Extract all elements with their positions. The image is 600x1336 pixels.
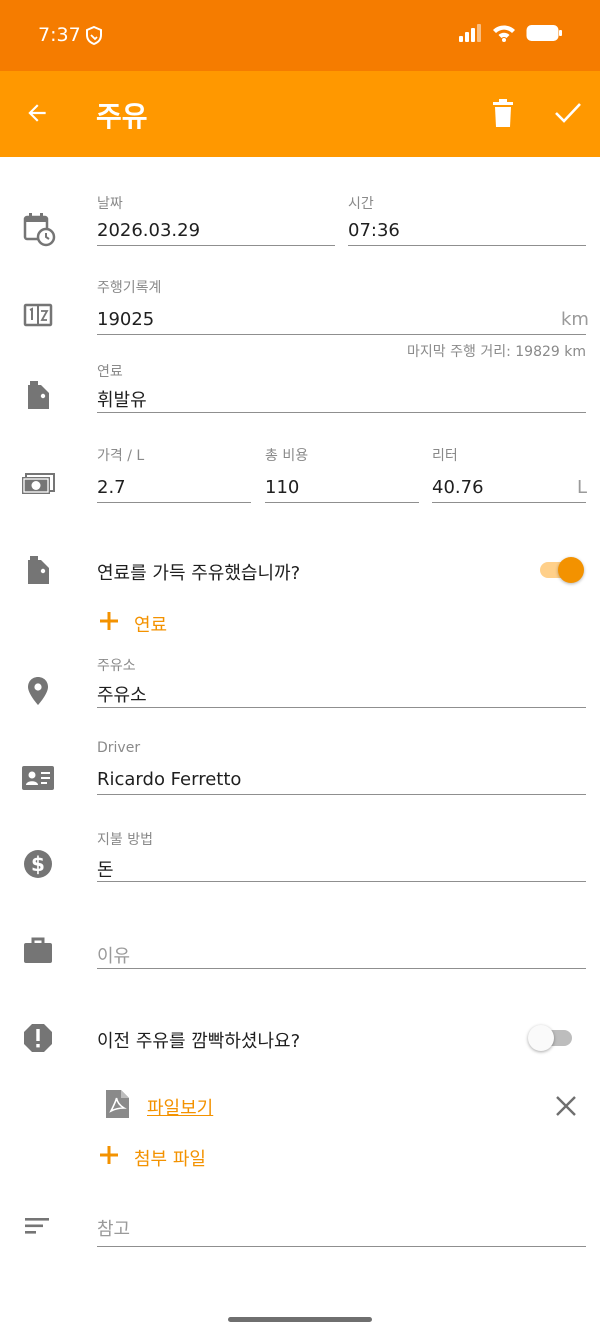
signal-icon [458, 24, 482, 46]
odometer-field[interactable]: 19025 [97, 309, 154, 330]
fuel-underline [97, 412, 586, 413]
liters-label: 리터 [432, 448, 458, 464]
time-field[interactable]: 07:36 [348, 220, 400, 241]
money-icon [20, 467, 56, 503]
missed-fillup-question: 이전 주유를 깜빡하셨나요? [97, 1031, 301, 1052]
last-distance-hint: 마지막 주행 거리: 19829 km [407, 344, 586, 360]
notes-underline [97, 1246, 586, 1247]
fuel-label: 연료 [97, 364, 123, 380]
station-underline [97, 707, 586, 708]
home-indicator[interactable] [228, 1317, 372, 1322]
reason-underline [97, 968, 586, 969]
location-pin-icon [20, 673, 56, 709]
add-fuel-label: 연료 [134, 614, 168, 636]
briefcase-icon [20, 933, 56, 969]
system-icons [458, 24, 562, 46]
full-tank-switch-thumb [558, 557, 584, 583]
station-field[interactable]: 주유소 [97, 681, 147, 707]
liters-underline [432, 502, 586, 503]
price-field[interactable]: 2.7 [97, 477, 126, 498]
add-attachment-label: 첨부 파일 [134, 1148, 206, 1170]
date-underline [97, 245, 335, 246]
add-attachment-button[interactable]: 첨부 파일 [98, 1144, 206, 1171]
pdf-file-icon [104, 1089, 130, 1123]
odometer-label: 주행기록계 [97, 280, 162, 296]
plus-icon [98, 610, 120, 637]
driver-label: Driver [97, 740, 141, 756]
driver-field[interactable]: Ricardo Ferretto [97, 769, 241, 790]
full-tank-switch[interactable] [538, 555, 584, 585]
price-underline [97, 502, 251, 503]
calendar-clock-icon [20, 211, 56, 247]
wifi-icon [492, 24, 516, 46]
total-cost-label: 총 비용 [265, 448, 309, 464]
page-title: 주유 [96, 100, 148, 133]
payment-underline [97, 881, 586, 882]
driver-underline [97, 794, 586, 795]
time-underline [348, 245, 586, 246]
station-label: 주유소 [97, 658, 136, 674]
odometer-unit: km [561, 309, 589, 330]
total-cost-underline [265, 502, 419, 503]
add-fuel-button[interactable]: 연료 [98, 610, 167, 637]
total-cost-field[interactable]: 110 [265, 477, 299, 498]
save-check-icon[interactable] [554, 101, 582, 129]
missed-fillup-switch-thumb [528, 1025, 554, 1051]
fuel-can-icon [20, 552, 56, 588]
battery-icon [526, 24, 562, 46]
notes-field[interactable]: 참고 [97, 1215, 130, 1241]
full-tank-question: 연료를 가득 주유했습니까? [97, 563, 301, 584]
odometer-icon [20, 298, 56, 334]
odometer-underline [97, 334, 586, 335]
driver-id-card-icon [20, 760, 56, 796]
date-label: 날짜 [97, 196, 123, 212]
back-arrow-icon[interactable] [24, 100, 50, 130]
date-field[interactable]: 2026.03.29 [97, 220, 200, 241]
plus-icon [98, 1144, 120, 1171]
fuel-can-icon [20, 377, 56, 413]
shield-icon [86, 25, 102, 49]
status-bar: 7:37 [0, 0, 600, 71]
reason-field[interactable]: 이유 [97, 942, 130, 968]
status-time: 7:37 [38, 24, 81, 46]
fuel-field[interactable]: 휘발유 [97, 386, 147, 412]
svg-text:$: $ [31, 852, 45, 876]
notes-lines-icon [20, 1208, 56, 1244]
app-bar: 주유 [0, 71, 600, 157]
payment-label: 지불 방법 [97, 832, 153, 848]
payment-field[interactable]: 돈 [97, 856, 114, 882]
alert-octagon-icon [20, 1020, 56, 1056]
missed-fillup-switch[interactable] [528, 1023, 574, 1053]
delete-icon[interactable] [491, 99, 515, 131]
liters-unit: L [577, 477, 588, 498]
dollar-circle-icon: $ [20, 846, 56, 882]
liters-field[interactable]: 40.76 [432, 477, 484, 498]
time-label: 시간 [348, 196, 374, 212]
view-file-link[interactable]: 파일보기 [147, 1094, 213, 1120]
remove-file-close-icon[interactable] [554, 1094, 578, 1122]
price-label: 가격 / L [97, 448, 145, 464]
